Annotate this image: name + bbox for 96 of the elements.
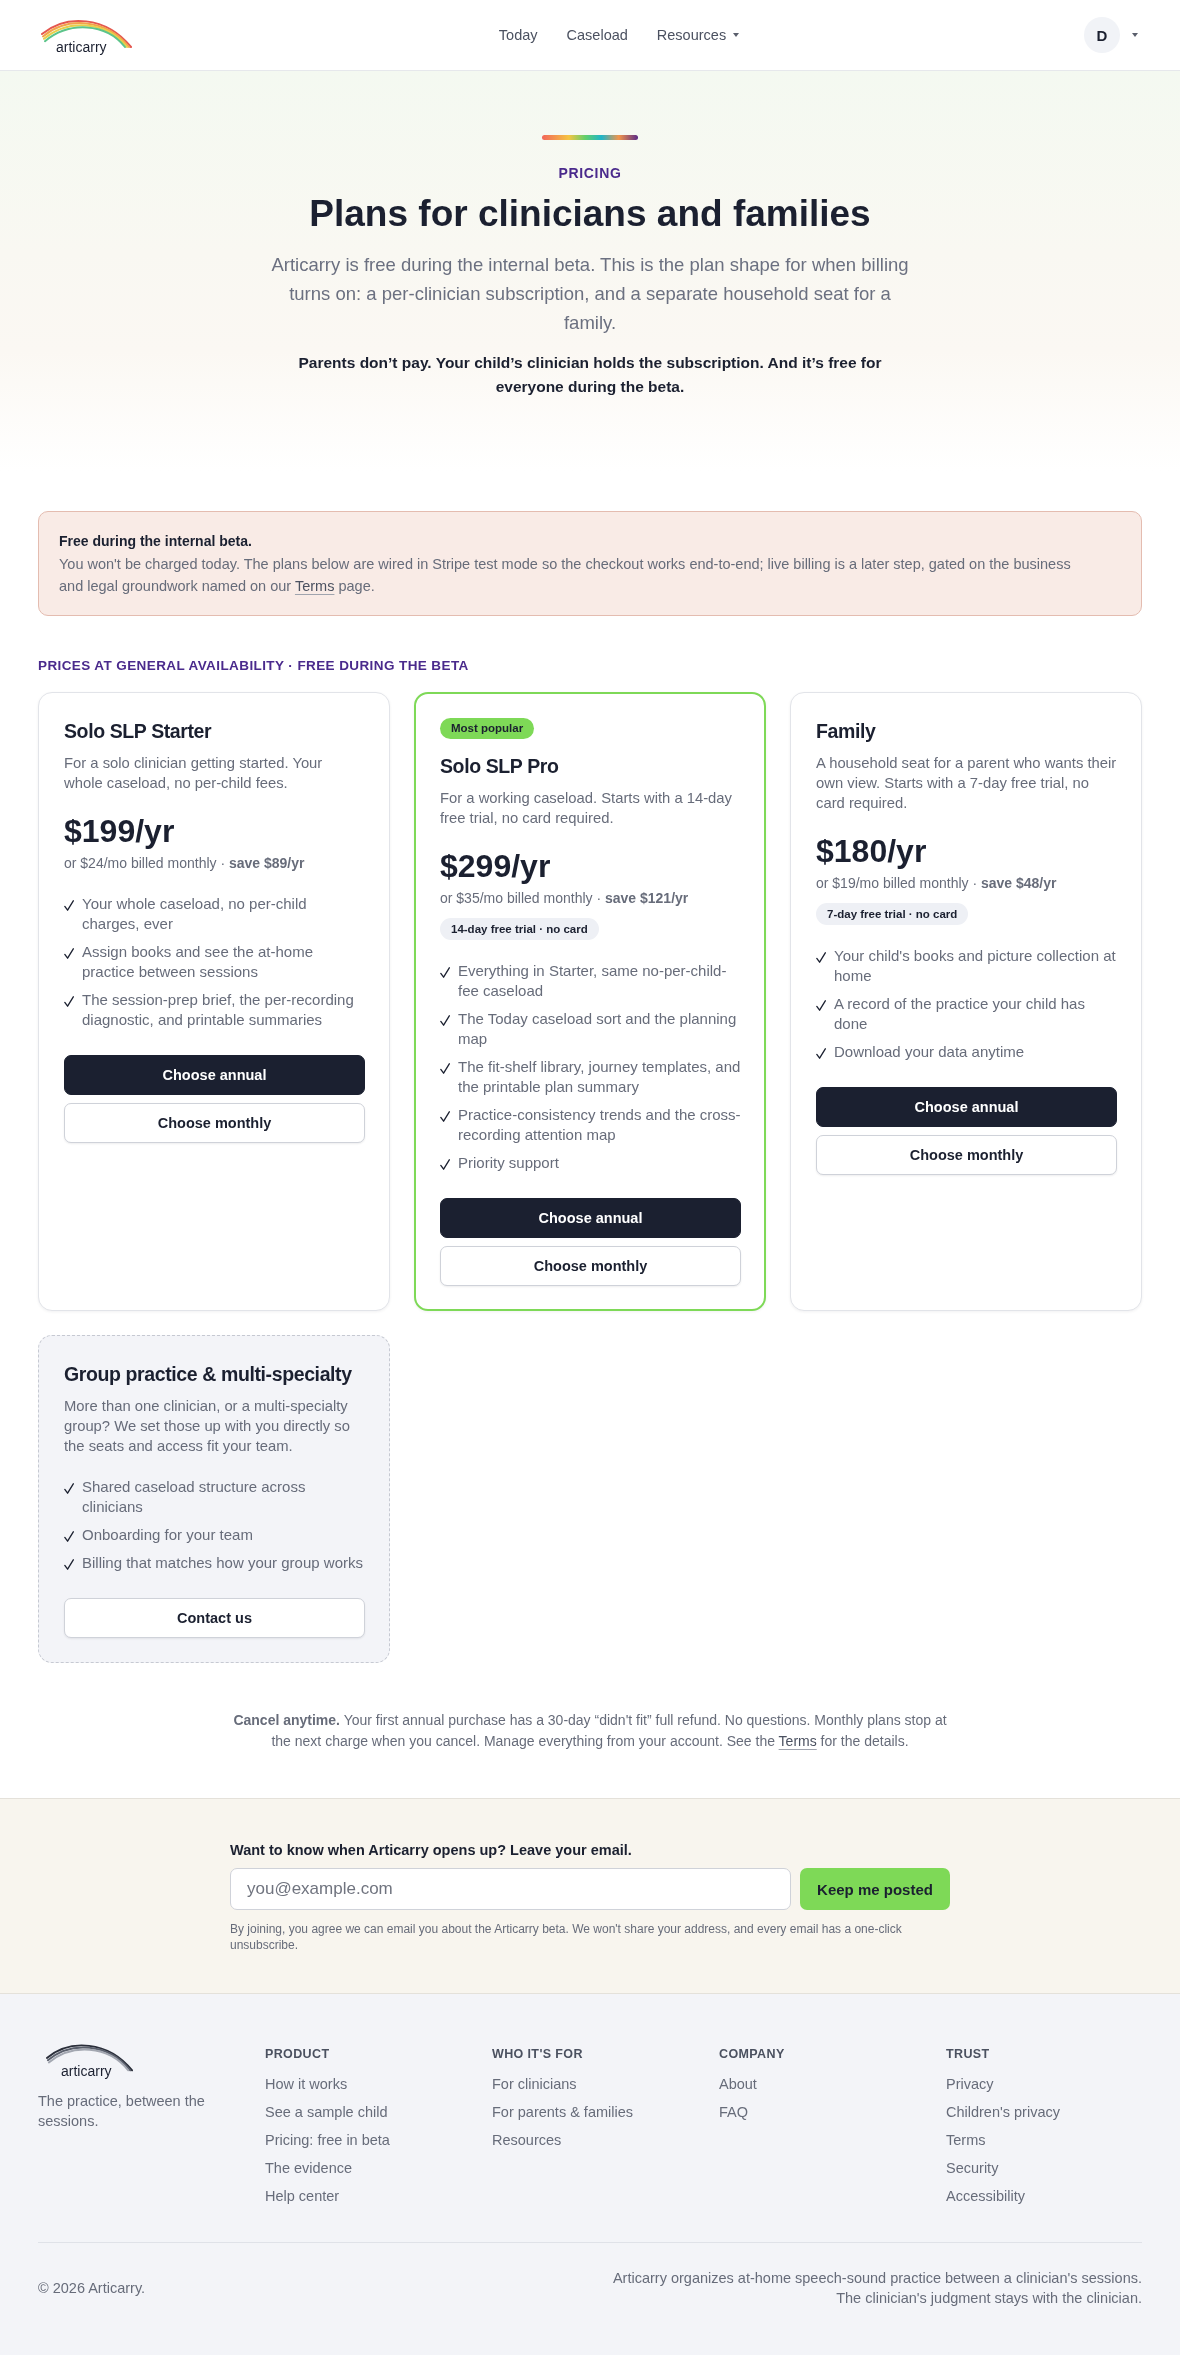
footer-link[interactable]: Help center [265,2186,340,2206]
check-icon [64,900,74,911]
footer-link[interactable]: FAQ [719,2102,748,2122]
feature-text: Your whole caseload, no per-child charges, ever [82,894,308,934]
check-icon [64,1559,74,1570]
primary-button[interactable]: Choose annual [64,1055,365,1095]
footer-link[interactable]: Privacy [946,2074,994,2094]
footer-link[interactable]: The evidence [265,2158,353,2178]
footer-link[interactable]: For clinicians [492,2074,577,2094]
page-eyebrow: PRICING [558,165,622,182]
plan-name: Solo SLP Pro [440,754,560,779]
account-avatar-button[interactable]: D [1084,17,1120,53]
footer-about-text: Articarry organizes at-home speech-sound practice between a clinician's sessions. The clinician's judgment stays with the clinician. [611,2269,1142,2308]
plan-description: More than one clinician, or a multi-specialty group? We set those up with you directly so the seats and access fit your team. [64,1397,351,1456]
plan-price: $180/yr [816,832,928,870]
nav-link[interactable]: Caseload [566,27,628,43]
feature-text: Onboarding for your team [82,1525,253,1545]
check-icon [816,1048,826,1059]
trial-pill: 7-day free trial · no card [816,903,969,925]
check-icon [440,967,450,978]
nav-menu-link[interactable]: Resources [656,27,740,43]
billing-text: or $19/mo billed monthly · save $48/yr [816,874,1058,893]
feature-text: Your child's books and picture collection at home [834,946,1117,986]
footer-heading: PRODUCT [265,2046,330,2062]
check-icon [440,1015,450,1026]
home-logo-link[interactable]: articarry [38,15,134,55]
feature-text: The session-prep brief, the per-recording diagnostic, and printable summaries [82,990,355,1030]
check-icon [440,1159,450,1170]
section-label: PRICES AT GENERAL AVAILABILITY · FREE DURING THE BETA [38,658,470,674]
footer-link[interactable]: For parents & families [492,2102,634,2122]
footer-heading: COMPANY [719,2046,785,2062]
check-icon [64,1531,74,1542]
footer-link[interactable]: Security [946,2158,999,2178]
signup-disclaimer: By joining, you agree we can email you about the Articarry beta. We won't share your address, and every email has a one-click unsubscribe. [230,1921,903,1953]
popular-badge: Most popular [440,718,535,739]
check-icon [440,1111,450,1122]
terms-link[interactable]: Terms [294,578,335,594]
footer-link[interactable]: About [719,2074,757,2094]
plan-name: Group practice & multi-specialty [64,1362,353,1387]
page-title: Plans for clinicians and families [309,192,871,236]
check-icon [64,996,74,1007]
feature-text: The Today caseload sort and the planning map [458,1009,738,1049]
caret-down-icon [733,33,740,37]
footer-link[interactable]: See a sample child [265,2102,388,2122]
feature-text: Everything in Starter, same no-per-child-fee caseload [458,961,728,1001]
feature-text: Shared caseload structure across clinicians [82,1477,307,1517]
plan-description: For a working caseload. Starts with a 14-day free trial, no card required. [440,789,733,828]
footer-logo-link[interactable]: articarry [38,2040,135,2079]
intro-text: Articarry is free during the internal beta. This is the plan shape for when billing turns on: a per-clinician subscription, and a separate household seat for a family. [270,253,910,335]
footer-link[interactable]: Resources [492,2130,562,2150]
plan-description: For a solo clinician getting started. Your whole caseload, no per-child fees. [64,754,324,793]
feature-text: Assign books and see the at-home practice between sessions [82,942,314,982]
feature-text: The fit-shelf library, journey templates, and the printable plan summary [458,1057,741,1097]
secondary-button[interactable]: Contact us [64,1598,365,1638]
plan-name: Family [816,719,877,744]
secondary-button[interactable]: Choose monthly [64,1103,365,1143]
feature-text: A record of the practice your child has done [834,994,1086,1034]
check-icon [64,948,74,959]
secondary-button[interactable]: Choose monthly [440,1246,741,1286]
footer-link[interactable]: Children's privacy [946,2102,1060,2122]
footer-heading: WHO IT'S FOR [492,2046,583,2062]
cancel-policy-text: Cancel anytime. Your first annual purchase has a 30-day “didn't fit” full refund. No questions. Monthly plans stop at the next charge when you cancel. Manage everything from your account. See the Terms for the details. [232,1711,948,1751]
signup-button[interactable]: Keep me posted [800,1868,950,1910]
plan-price: $299/yr [440,847,552,885]
terms-link[interactable]: Terms [778,1733,817,1749]
plan-name: Solo SLP Starter [64,719,213,744]
billing-text: or $24/mo billed monthly · save $89/yr [64,854,306,873]
primary-button[interactable]: Choose annual [816,1087,1117,1127]
feature-text: Priority support [458,1153,559,1173]
nav-link[interactable]: Today [498,27,538,43]
footer-tagline: The practice, between the sessions. [38,2092,206,2131]
emphasis-text: Parents don’t pay. Your child’s clinician holds the subscription. And it’s free for everyone during the beta. [297,353,883,397]
notice-title: Free during the internal beta. [59,532,253,551]
footer-link[interactable]: How it works [265,2074,348,2094]
trial-pill: 14-day free trial · no card [440,918,599,940]
billing-text: or $35/mo billed monthly · save $121/yr [440,889,690,908]
check-icon [816,952,826,963]
caret-down-icon [1132,33,1138,37]
footer-link[interactable]: Accessibility [946,2186,1025,2206]
check-icon [440,1063,450,1074]
plan-price: $199/yr [64,812,176,850]
footer-heading: TRUST [946,2046,990,2062]
copyright-text: © 2026 Articarry. [38,2279,146,2298]
plan-description: A household seat for a parent who wants their own view. Starts with a 7-day free trial, no card required. [816,754,1117,813]
footer-link[interactable]: Pricing: free in beta [265,2130,390,2150]
secondary-button[interactable]: Choose monthly [816,1135,1117,1175]
check-icon [816,1000,826,1011]
notice-text: You won't be charged today. The plans below are wired in Stripe test mode so the checkout works end-to-end; live billing is a later step, gated on the business and legal groundwork named on our Terms page. [59,555,1072,596]
signup-label: Want to know when Articarry opens up? Leave your email. [230,1841,633,1859]
feature-text: Download your data anytime [834,1042,1025,1062]
check-icon [64,1483,74,1494]
email-input-field[interactable]: you@example.com [230,1868,791,1910]
footer-link[interactable]: Terms [946,2130,986,2150]
primary-button[interactable]: Choose annual [440,1198,741,1238]
feature-text: Practice-consistency trends and the cross-recording attention map [458,1105,741,1145]
feature-text: Billing that matches how your group works [82,1553,363,1573]
